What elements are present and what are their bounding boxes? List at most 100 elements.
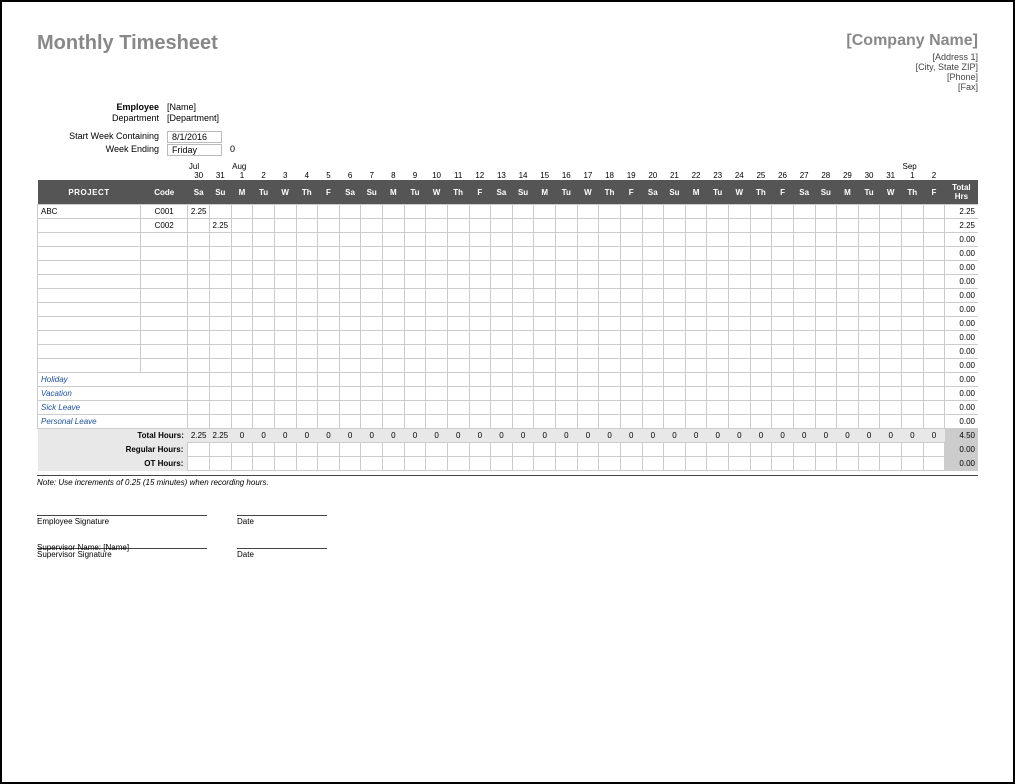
hour-cell[interactable]: [534, 289, 556, 303]
hour-cell[interactable]: [253, 261, 275, 275]
hour-cell[interactable]: [383, 247, 405, 261]
ot-hour-cell[interactable]: [685, 457, 707, 471]
hour-cell[interactable]: [318, 205, 340, 219]
hour-cell[interactable]: [426, 233, 448, 247]
hour-cell[interactable]: [793, 247, 815, 261]
hour-cell[interactable]: [447, 219, 469, 233]
hour-cell[interactable]: [837, 233, 859, 247]
regular-hour-cell[interactable]: [707, 443, 729, 457]
employee-sig-date[interactable]: Date: [237, 515, 327, 526]
hour-cell[interactable]: [534, 415, 556, 429]
hour-cell[interactable]: [383, 415, 405, 429]
regular-hour-cell[interactable]: [339, 443, 361, 457]
hour-cell[interactable]: [815, 401, 837, 415]
hour-cell[interactable]: [707, 373, 729, 387]
hour-cell[interactable]: [858, 317, 880, 331]
hour-cell[interactable]: [210, 289, 232, 303]
ot-hour-cell[interactable]: [512, 457, 534, 471]
hour-cell[interactable]: [188, 387, 210, 401]
regular-hour-cell[interactable]: [837, 443, 859, 457]
hour-cell[interactable]: [620, 317, 642, 331]
hour-cell[interactable]: [750, 359, 772, 373]
hour-cell[interactable]: [620, 331, 642, 345]
hour-cell[interactable]: [772, 303, 794, 317]
hour-cell[interactable]: [426, 415, 448, 429]
hour-cell[interactable]: [750, 261, 772, 275]
hour-cell[interactable]: [923, 415, 945, 429]
hour-cell[interactable]: [274, 247, 296, 261]
hour-cell[interactable]: [296, 401, 318, 415]
hour-cell[interactable]: [383, 373, 405, 387]
hour-cell[interactable]: [858, 303, 880, 317]
hour-cell[interactable]: [837, 289, 859, 303]
ot-hour-cell[interactable]: [318, 457, 340, 471]
hour-cell[interactable]: [296, 331, 318, 345]
hour-cell[interactable]: [404, 317, 426, 331]
hour-cell[interactable]: [902, 275, 924, 289]
hour-cell[interactable]: [793, 415, 815, 429]
hour-cell[interactable]: [750, 345, 772, 359]
hour-cell[interactable]: [296, 345, 318, 359]
hour-cell[interactable]: [837, 205, 859, 219]
hour-cell[interactable]: [923, 247, 945, 261]
hour-cell[interactable]: [231, 401, 253, 415]
hour-cell[interactable]: [339, 401, 361, 415]
regular-hour-cell[interactable]: [923, 443, 945, 457]
hour-cell[interactable]: [210, 205, 232, 219]
ot-hour-cell[interactable]: [296, 457, 318, 471]
hour-cell[interactable]: [383, 233, 405, 247]
hour-cell[interactable]: [642, 205, 664, 219]
hour-cell[interactable]: [231, 275, 253, 289]
hour-cell[interactable]: [404, 289, 426, 303]
hour-cell[interactable]: [685, 261, 707, 275]
hour-cell[interactable]: [793, 345, 815, 359]
project-cell[interactable]: [38, 303, 141, 317]
hour-cell[interactable]: [339, 373, 361, 387]
hour-cell[interactable]: [577, 261, 599, 275]
hour-cell[interactable]: [253, 233, 275, 247]
hour-cell[interactable]: [729, 373, 751, 387]
regular-hour-cell[interactable]: [664, 443, 686, 457]
department-value[interactable]: [Department]: [167, 113, 219, 123]
project-cell[interactable]: [38, 233, 141, 247]
hour-cell[interactable]: [534, 373, 556, 387]
ot-hour-cell[interactable]: [772, 457, 794, 471]
hour-cell[interactable]: [361, 261, 383, 275]
hour-cell[interactable]: [664, 345, 686, 359]
hour-cell[interactable]: [902, 331, 924, 345]
ot-hour-cell[interactable]: [404, 457, 426, 471]
hour-cell[interactable]: [837, 415, 859, 429]
hour-cell[interactable]: [642, 345, 664, 359]
hour-cell[interactable]: [750, 415, 772, 429]
hour-cell[interactable]: [469, 345, 491, 359]
hour-cell[interactable]: [253, 289, 275, 303]
hour-cell[interactable]: [556, 415, 578, 429]
hour-cell[interactable]: [491, 247, 513, 261]
hour-cell[interactable]: [707, 303, 729, 317]
hour-cell[interactable]: [750, 233, 772, 247]
hour-cell[interactable]: [361, 317, 383, 331]
hour-cell[interactable]: [902, 233, 924, 247]
hour-cell[interactable]: [793, 373, 815, 387]
regular-hour-cell[interactable]: [383, 443, 405, 457]
regular-hour-cell[interactable]: [556, 443, 578, 457]
hour-cell[interactable]: [512, 205, 534, 219]
hour-cell[interactable]: [512, 247, 534, 261]
project-cell[interactable]: [38, 219, 141, 233]
ot-hour-cell[interactable]: [858, 457, 880, 471]
ot-hour-cell[interactable]: [491, 457, 513, 471]
hour-cell[interactable]: [188, 219, 210, 233]
hour-cell[interactable]: [902, 205, 924, 219]
hour-cell[interactable]: [642, 359, 664, 373]
hour-cell[interactable]: [902, 303, 924, 317]
hour-cell[interactable]: [512, 401, 534, 415]
hour-cell[interactable]: [880, 275, 902, 289]
hour-cell[interactable]: [815, 233, 837, 247]
hour-cell[interactable]: [253, 331, 275, 345]
hour-cell[interactable]: [339, 359, 361, 373]
hour-cell[interactable]: [188, 303, 210, 317]
hour-cell[interactable]: [491, 331, 513, 345]
hour-cell[interactable]: [880, 317, 902, 331]
hour-cell[interactable]: [534, 331, 556, 345]
hour-cell[interactable]: [837, 331, 859, 345]
